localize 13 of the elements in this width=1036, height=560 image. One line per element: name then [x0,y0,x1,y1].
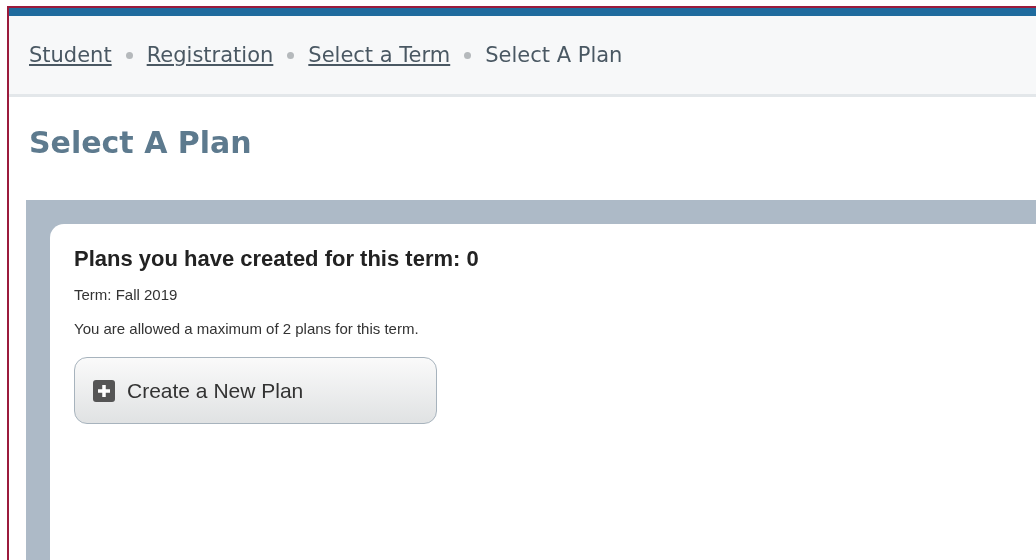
breadcrumb-link[interactable]: Student [29,43,112,67]
separator-dot-icon [287,51,295,59]
separator-dot-icon [464,51,472,59]
breadcrumb-current: Select A Plan [485,43,623,67]
breadcrumb-link[interactable]: Registration [146,43,274,67]
create-plan-button[interactable]: Create a New Plan [74,357,437,424]
page-title: Select A Plan [28,124,253,162]
breadcrumb-link[interactable]: Select a Term [308,43,451,67]
plan-limit-text: You are allowed a maximum of 2 plans for this term. [74,320,420,337]
term-text: Term: Fall 2019 [74,286,179,303]
separator-dot-icon [125,51,133,59]
plus-icon [93,379,115,402]
card-heading: Plans you have created for this term: 0 [74,246,480,272]
